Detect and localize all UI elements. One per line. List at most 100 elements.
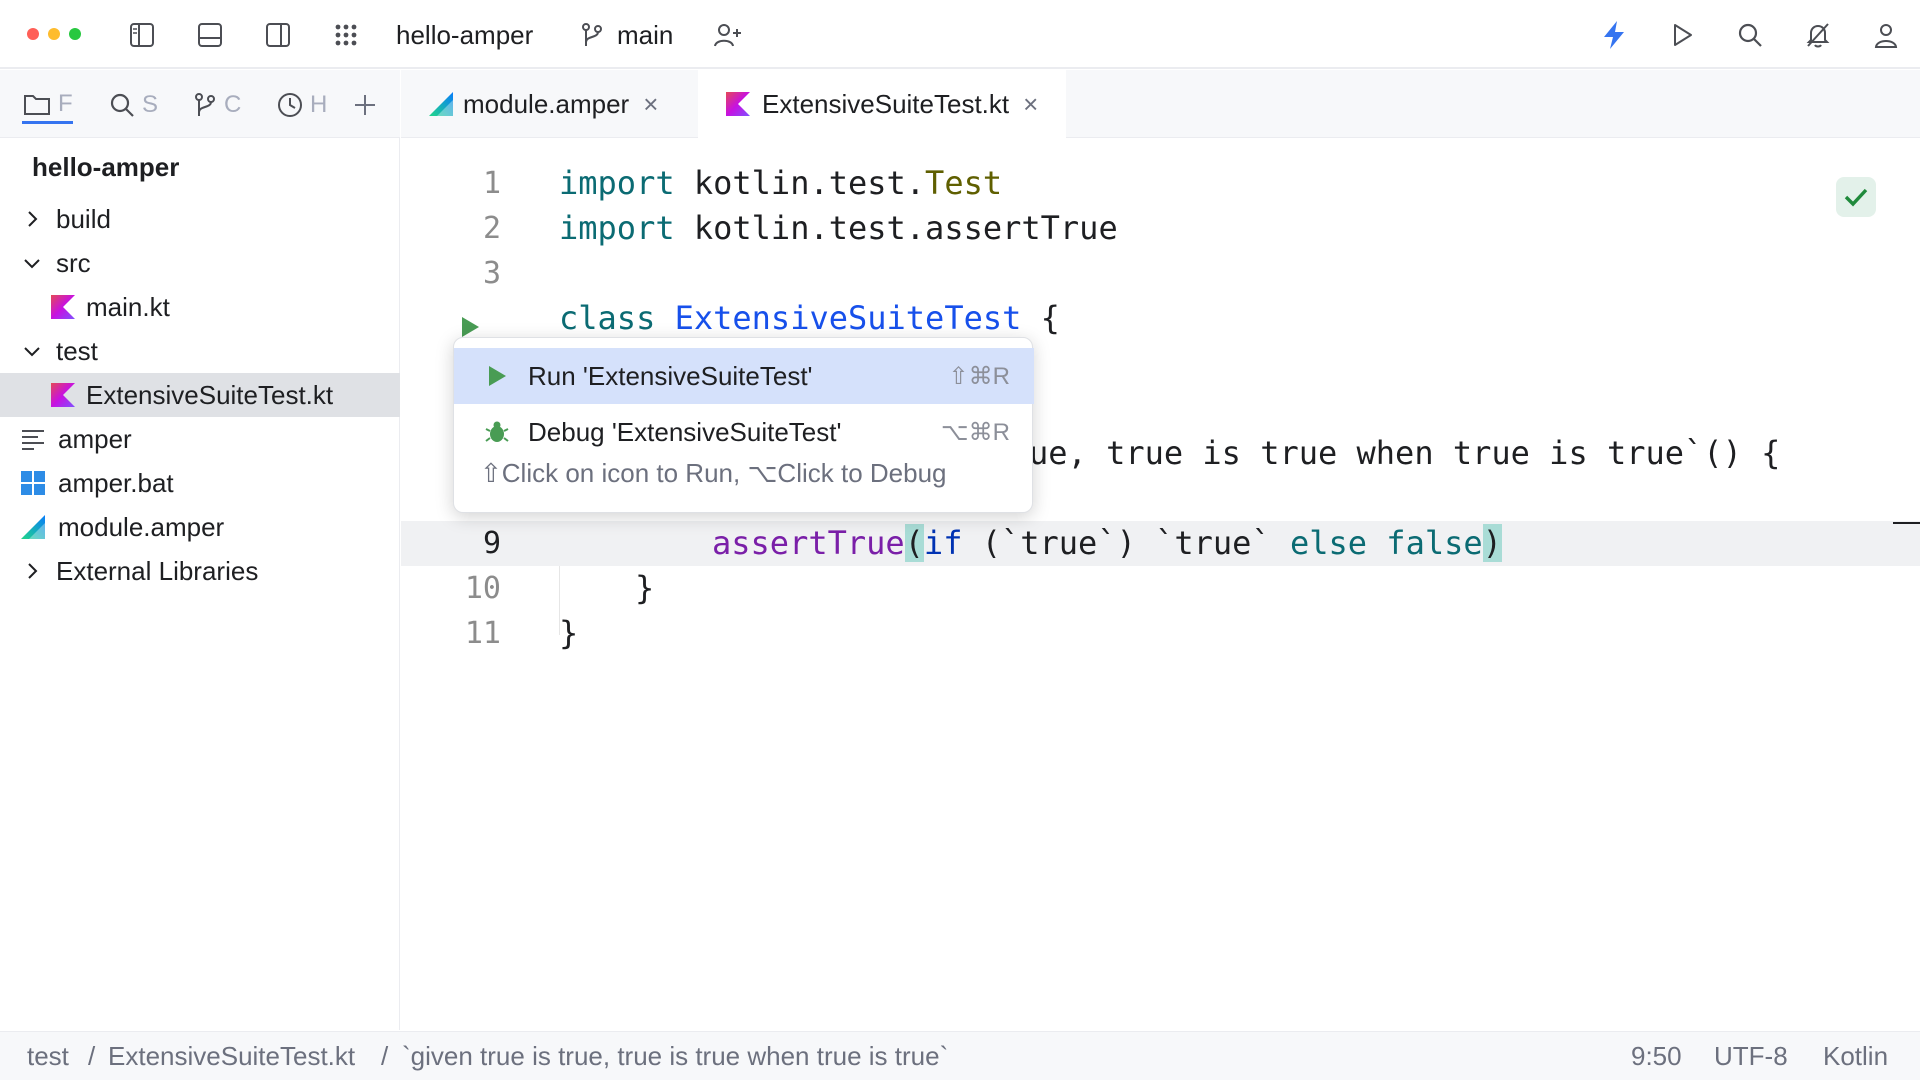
code-line-4[interactable]: class ExtensiveSuiteTest { [401, 296, 1920, 341]
code-text: { [1021, 299, 1060, 337]
tab-search-label: S [142, 91, 159, 118]
caret-position[interactable]: 9:50 [1631, 1041, 1682, 1072]
breadcrumb-test[interactable]: test [27, 1041, 69, 1072]
status-bar: test / ExtensiveSuiteTest.kt / `given tr… [0, 1031, 1920, 1080]
apps-grid-icon[interactable] [328, 17, 364, 53]
tree-item-main-kt[interactable]: main.kt [0, 285, 400, 329]
paren-highlight: ) [1482, 524, 1502, 562]
right-panel-icon[interactable] [260, 17, 296, 53]
code-editor[interactable]: 1 import kotlin.test.Test 2 import kotli… [401, 139, 1920, 1030]
class-name: ExtensiveSuiteTest [674, 299, 1022, 337]
zoom-window-button[interactable] [69, 28, 81, 40]
close-tab-button[interactable]: × [1023, 89, 1038, 120]
tree-item-extensive-suite-test[interactable]: ExtensiveSuiteTest.kt [0, 373, 400, 417]
tool-window-tabs: F S C H [0, 70, 400, 138]
tab-files-label: F [58, 89, 73, 117]
account-icon[interactable] [1868, 17, 1904, 53]
line-number: 11 [464, 616, 501, 651]
minimize-window-button[interactable] [48, 28, 60, 40]
file-encoding[interactable]: UTF-8 [1714, 1041, 1788, 1072]
project-panel: F S C H hello-amper build src main.kt te… [0, 70, 400, 1030]
keyword: if [923, 524, 963, 562]
inspection-status-icon[interactable] [1836, 177, 1876, 217]
editor-tabs: module.amper × ExtensiveSuiteTest.kt × [401, 70, 1920, 138]
debug-shortcut: ⌥⌘R [941, 418, 1010, 446]
run-label: Run 'ExtensiveSuiteTest' [528, 360, 813, 391]
tab-files[interactable]: F [22, 86, 73, 124]
run-icon[interactable] [1664, 17, 1700, 53]
function-call: assertTrue [712, 524, 905, 562]
scroll-marker [1893, 522, 1920, 524]
tree-item-build[interactable]: build [0, 197, 400, 241]
code-line-1[interactable]: 1 import kotlin.test.Test [401, 161, 1920, 206]
project-panel-icon[interactable] [124, 17, 160, 53]
breadcrumb-function[interactable]: `given true is true, true is true when t… [402, 1041, 948, 1072]
tree-item-src[interactable]: src [0, 241, 400, 285]
keyword: import [559, 209, 675, 247]
kotlin-file-icon [50, 382, 76, 408]
chevron-down-icon[interactable] [22, 341, 42, 361]
add-tab-button[interactable] [352, 86, 378, 124]
code-line-2[interactable]: 2 import kotlin.test.assertTrue [401, 206, 1920, 251]
keyword: class [559, 299, 656, 337]
code-line-11[interactable]: 11 } [401, 611, 1920, 656]
lightning-icon[interactable] [1596, 17, 1632, 53]
file-language[interactable]: Kotlin [1823, 1041, 1888, 1072]
code-line-9[interactable]: 9 assertTrue(if (`true`) `true` else fal… [401, 521, 1920, 566]
tree-item-label: amper.bat [58, 467, 174, 498]
project-root[interactable]: hello-amper [32, 152, 179, 183]
tree-item-module-amper[interactable]: module.amper [0, 505, 400, 549]
tree-item-label: ExtensiveSuiteTest.kt [86, 379, 334, 410]
tree-item-label: External Libraries [56, 555, 259, 586]
chevron-right-icon[interactable] [22, 209, 42, 229]
text-file-icon [20, 426, 46, 452]
chevron-right-icon[interactable] [22, 561, 42, 581]
tree-item-label: amper [58, 423, 132, 454]
tab-history[interactable]: H [276, 86, 327, 124]
tab-commit[interactable]: C [192, 86, 241, 124]
debug-menu-item[interactable]: Debug 'ExtensiveSuiteTest' ⌥⌘R [454, 404, 1034, 460]
run-gutter-icon[interactable] [459, 306, 483, 337]
tab-extensive-suite-test[interactable]: ExtensiveSuiteTest.kt × [698, 70, 1067, 138]
windows-file-icon [20, 470, 46, 496]
tab-module-amper[interactable]: module.amper × [401, 70, 686, 138]
popup-hint: ⇧Click on icon to Run, ⌥Click to Debug [480, 458, 947, 488]
breadcrumb-file[interactable]: ExtensiveSuiteTest.kt [108, 1041, 355, 1072]
tree-item-label: src [56, 247, 91, 278]
code-line-10[interactable]: 10 } [401, 566, 1920, 611]
bottom-panel-icon[interactable] [192, 17, 228, 53]
code-text: } [635, 569, 655, 607]
search-icon[interactable] [1732, 17, 1768, 53]
add-user-icon[interactable] [710, 17, 746, 53]
line-number: 2 [482, 211, 501, 246]
search-icon [108, 91, 136, 119]
kotlin-file-icon [50, 294, 76, 320]
paren-highlight: ( [904, 524, 924, 562]
tab-history-label: H [310, 91, 328, 118]
tab-search[interactable]: S [108, 86, 158, 124]
amper-file-icon [20, 514, 46, 540]
tree-item-label: main.kt [86, 291, 170, 322]
run-debug-popup: Run 'ExtensiveSuiteTest' ⇧⌘R Debug 'Exte… [453, 337, 1034, 513]
tree-item-test[interactable]: test [0, 329, 400, 373]
title-bar: hello-amper main [0, 0, 1920, 69]
debug-label: Debug 'ExtensiveSuiteTest' [528, 416, 842, 447]
run-menu-item[interactable]: Run 'ExtensiveSuiteTest' ⇧⌘R [454, 348, 1034, 404]
branch-name[interactable]: main [617, 18, 673, 52]
chevron-down-icon[interactable] [22, 253, 42, 273]
commit-icon [192, 91, 218, 119]
tab-label: module.amper [463, 88, 630, 119]
code-text: } [559, 614, 579, 652]
close-tab-button[interactable]: × [643, 89, 658, 120]
tree-item-external-libraries[interactable]: External Libraries [0, 549, 400, 593]
close-window-button[interactable] [27, 28, 39, 40]
code-line-3[interactable]: 3 [401, 251, 1920, 296]
notifications-off-icon[interactable] [1800, 17, 1836, 53]
history-icon [276, 91, 304, 119]
code-text: kotlin.test. [674, 164, 926, 202]
project-name[interactable]: hello-amper [396, 18, 533, 52]
tree-item-amper[interactable]: amper [0, 417, 400, 461]
tree-item-amper-bat[interactable]: amper.bat [0, 461, 400, 505]
